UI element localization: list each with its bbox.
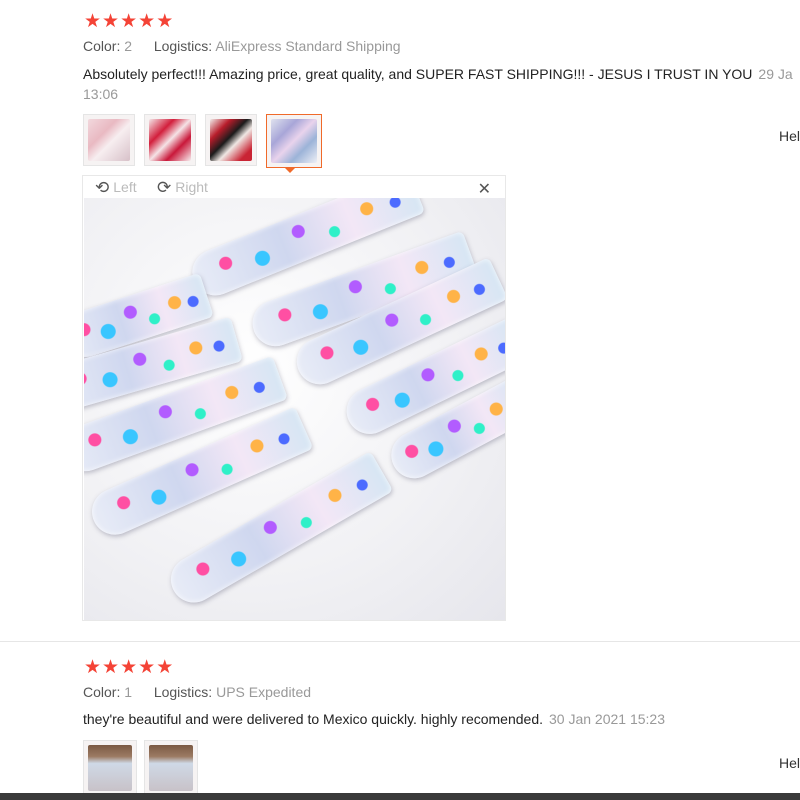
review-1-thumbnail-4-selected[interactable]	[266, 114, 322, 168]
rotate-right-icon: ⟳	[157, 178, 172, 198]
close-icon[interactable]: ✕	[478, 179, 491, 198]
review-2-thumbnail-2[interactable]	[144, 740, 198, 796]
color-label: Color:	[83, 38, 121, 54]
star-icon: ★	[84, 656, 102, 678]
color-value: 1	[124, 684, 133, 700]
image-viewer: ⟲ Left ⟳ Right ✕	[82, 175, 506, 621]
review-1-meta: Color: 2 Logistics: AliExpress Standard …	[83, 38, 401, 54]
star-icon: ★	[138, 10, 156, 32]
review-2-text-line: they're beautiful and were delivered to …	[83, 711, 665, 727]
star-icon: ★	[156, 10, 174, 32]
review-1-rating: ★ ★ ★ ★ ★	[84, 12, 173, 31]
star-icon: ★	[120, 10, 138, 32]
review-1-text: Absolutely perfect!!! Amazing price, gre…	[83, 66, 753, 82]
rotate-left-button[interactable]: ⟲ Left	[95, 178, 137, 198]
review-2-helpful[interactable]: Hel	[779, 755, 800, 771]
bottom-edge-bar	[0, 793, 800, 800]
logistics-value: UPS Expedited	[216, 684, 312, 700]
review-1-thumbnail-1[interactable]	[83, 114, 135, 166]
image-viewer-toolbar: ⟲ Left ⟳ Right ✕	[83, 176, 505, 198]
star-icon: ★	[102, 656, 120, 678]
review-1-helpful[interactable]: Hel	[779, 128, 800, 144]
rotate-left-label: Left	[113, 179, 137, 195]
review-2-rating: ★ ★ ★ ★ ★	[84, 658, 173, 677]
review-1-thumbnail-3[interactable]	[205, 114, 257, 166]
logistics-value: AliExpress Standard Shipping	[215, 38, 401, 54]
star-icon: ★	[120, 656, 138, 678]
review-2-date: 30 Jan 2021 15:23	[549, 711, 665, 727]
color-label: Color:	[83, 684, 121, 700]
review-2-meta: Color: 1 Logistics: UPS Expedited	[83, 684, 311, 700]
review-1-text-line: Absolutely perfect!!! Amazing price, gre…	[83, 66, 793, 82]
review-2-thumbnail-1[interactable]	[83, 740, 137, 796]
rotate-left-icon: ⟲	[95, 178, 110, 198]
review-divider	[0, 641, 800, 642]
logistics-label: Logistics:	[153, 684, 213, 700]
review-1-time: 13:06	[83, 86, 119, 102]
rotate-right-button[interactable]: ⟳ Right	[157, 178, 208, 198]
color-value: 2	[124, 38, 133, 54]
review-2-text: they're beautiful and were delivered to …	[83, 711, 543, 727]
selected-thumbnail-caret	[284, 167, 296, 173]
review-1-date: 29 Ja	[758, 66, 793, 82]
star-icon: ★	[84, 10, 102, 32]
star-icon: ★	[156, 656, 174, 678]
rotate-right-label: Right	[175, 179, 208, 195]
review-photo	[84, 198, 505, 620]
star-icon: ★	[138, 656, 156, 678]
review-1-thumbnail-2[interactable]	[144, 114, 196, 166]
logistics-label: Logistics:	[153, 38, 213, 54]
star-icon: ★	[102, 10, 120, 32]
